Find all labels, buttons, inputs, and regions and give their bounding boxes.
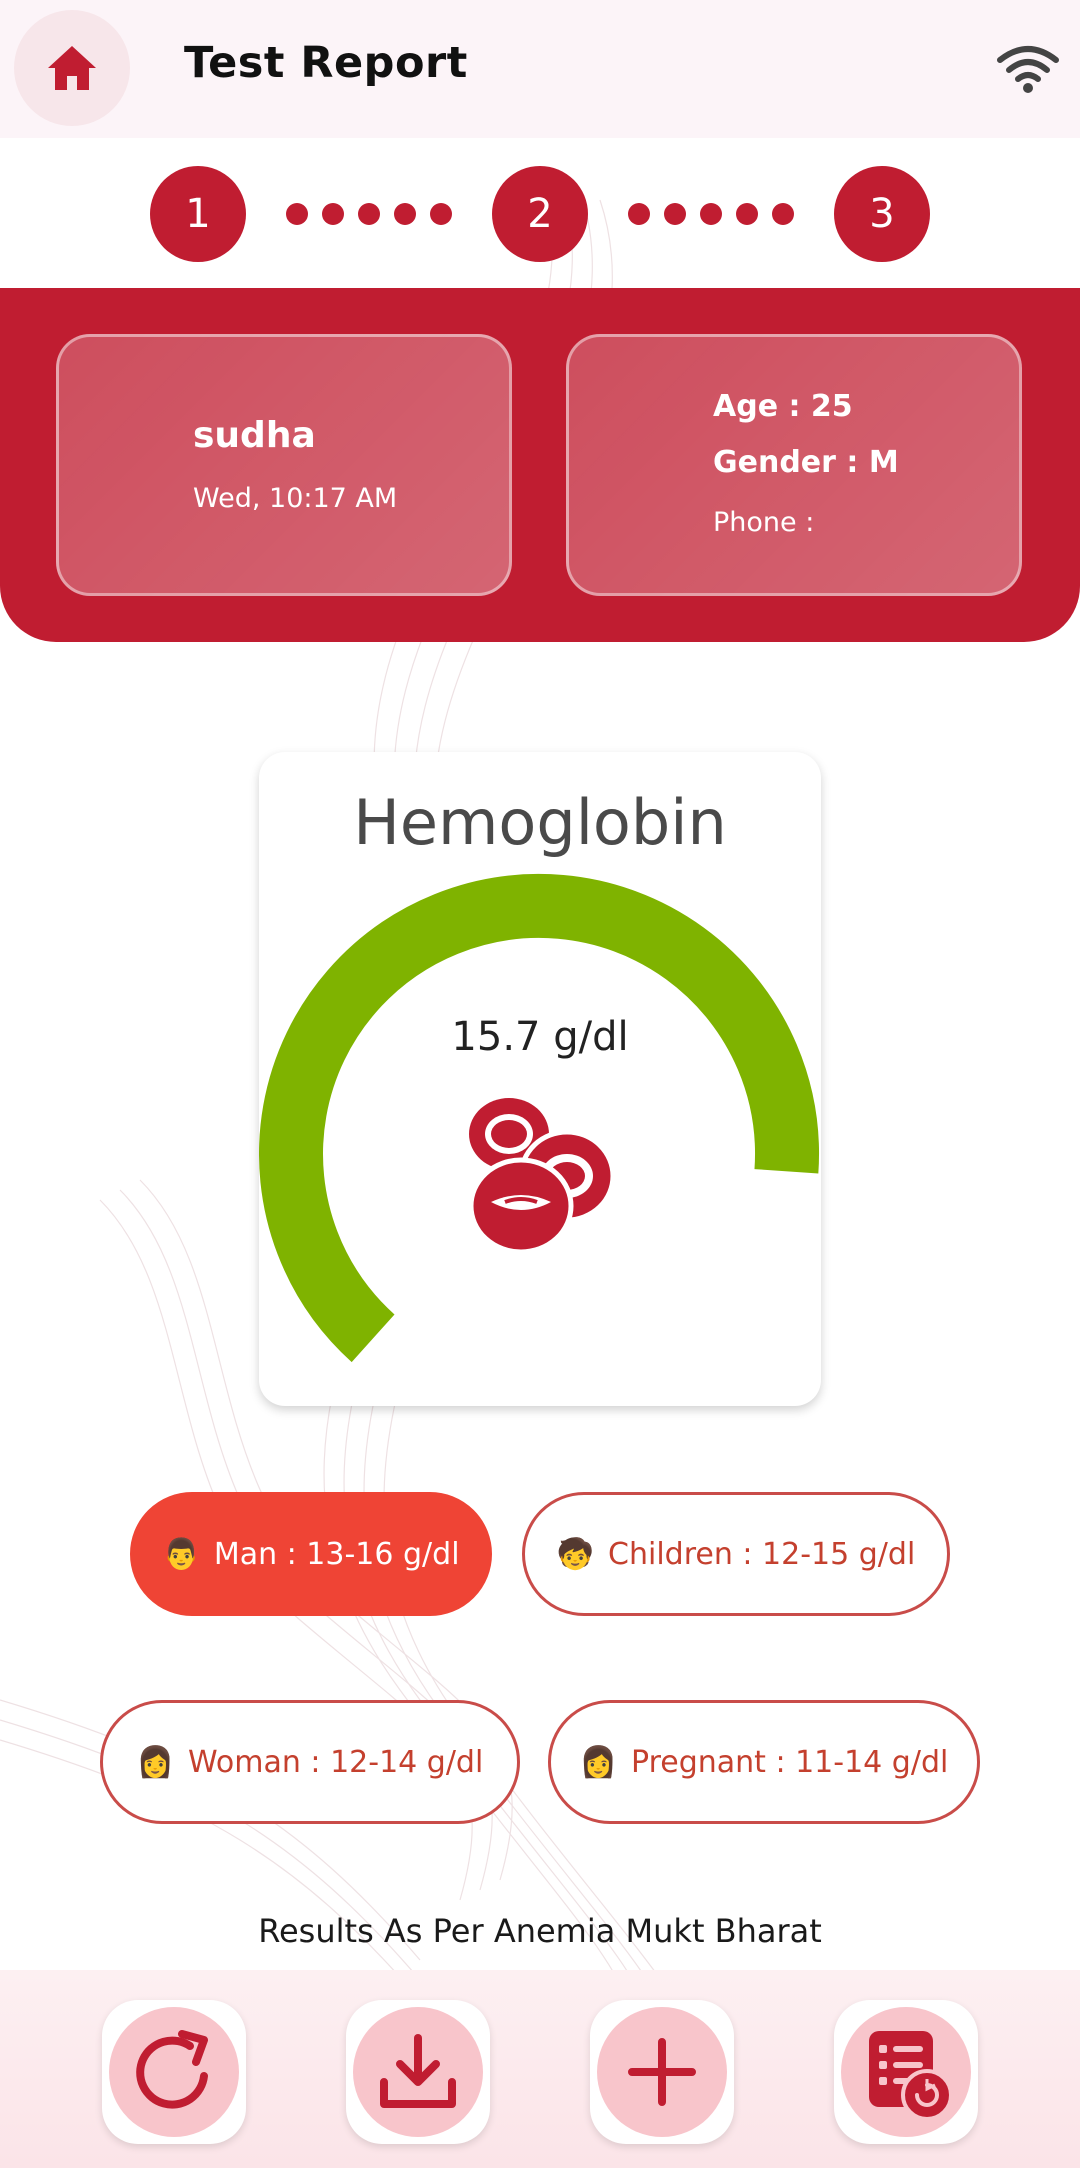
patient-phone: Phone : bbox=[713, 507, 815, 538]
download-icon bbox=[380, 2034, 456, 2108]
step-1[interactable]: 1 bbox=[150, 166, 246, 262]
range-label-man: Man : 13-16 g/dl bbox=[213, 1536, 460, 1572]
child-emoji-icon: 🧒 bbox=[556, 1536, 595, 1572]
patient-banner: sudha Wed, 10:17 AM Age : 25 Gender : M … bbox=[0, 288, 1080, 642]
blood-cells-icon bbox=[468, 1098, 616, 1255]
range-label-children: Children : 12-15 g/dl bbox=[608, 1536, 916, 1572]
range-chip-pregnant[interactable]: 👩 Pregnant : 11-14 g/dl bbox=[548, 1700, 980, 1824]
step-dot bbox=[736, 203, 758, 225]
step-dot bbox=[286, 203, 308, 225]
test-datetime: Wed, 10:17 AM bbox=[193, 483, 398, 514]
patient-name-card: sudha Wed, 10:17 AM bbox=[56, 334, 512, 596]
step-dot bbox=[628, 203, 650, 225]
home-icon bbox=[48, 46, 96, 90]
patient-info-card: Age : 25 Gender : M Phone : bbox=[566, 334, 1022, 596]
report-history-button[interactable] bbox=[834, 2000, 978, 2144]
step-dot bbox=[394, 203, 416, 225]
results-footnote: Results As Per Anemia Mukt Bharat bbox=[258, 1912, 822, 1950]
patient-name: sudha bbox=[193, 415, 316, 456]
range-chip-man[interactable]: 👨 Man : 13-16 g/dl bbox=[130, 1492, 492, 1616]
home-button[interactable] bbox=[14, 10, 130, 126]
add-button[interactable] bbox=[590, 2000, 734, 2144]
man-emoji-icon: 👨 bbox=[162, 1536, 200, 1572]
download-button[interactable] bbox=[346, 2000, 490, 2144]
step-dot bbox=[664, 203, 686, 225]
add-icon bbox=[628, 2038, 696, 2106]
report-history-icon bbox=[869, 2031, 953, 2121]
progress-stepper: 1 2 3 bbox=[0, 160, 1080, 270]
hemoglobin-gauge bbox=[259, 873, 819, 1363]
step-dot bbox=[322, 203, 344, 225]
wifi-icon bbox=[997, 46, 1059, 93]
step-dot bbox=[700, 203, 722, 225]
step-3[interactable]: 3 bbox=[834, 166, 930, 262]
range-label-pregnant: Pregnant : 11-14 g/dl bbox=[631, 1744, 949, 1780]
step-dot bbox=[430, 203, 452, 225]
woman-emoji-icon: 👩 bbox=[136, 1744, 175, 1780]
app-header: Test Report bbox=[0, 0, 1080, 138]
hemoglobin-card: Hemoglobin 15.7 g/dl bbox=[259, 752, 821, 1406]
patient-gender: Gender : M bbox=[713, 445, 899, 480]
refresh-button[interactable] bbox=[102, 2000, 246, 2144]
pregnant-emoji-icon: 👩 bbox=[579, 1744, 617, 1780]
bottom-action-bar bbox=[0, 1970, 1080, 2168]
step-2[interactable]: 2 bbox=[492, 166, 588, 262]
page-title: Test Report bbox=[184, 38, 468, 88]
range-label-woman: Woman : 12-14 g/dl bbox=[188, 1744, 484, 1780]
range-chip-children[interactable]: 🧒 Children : 12-15 g/dl bbox=[522, 1492, 950, 1616]
step-dot bbox=[772, 203, 794, 225]
refresh-icon bbox=[136, 2030, 208, 2109]
hemoglobin-value: 15.7 g/dl bbox=[451, 1014, 629, 1060]
range-chip-woman[interactable]: 👩 Woman : 12-14 g/dl bbox=[100, 1700, 520, 1824]
step-dot bbox=[358, 203, 380, 225]
patient-age: Age : 25 bbox=[713, 389, 853, 424]
